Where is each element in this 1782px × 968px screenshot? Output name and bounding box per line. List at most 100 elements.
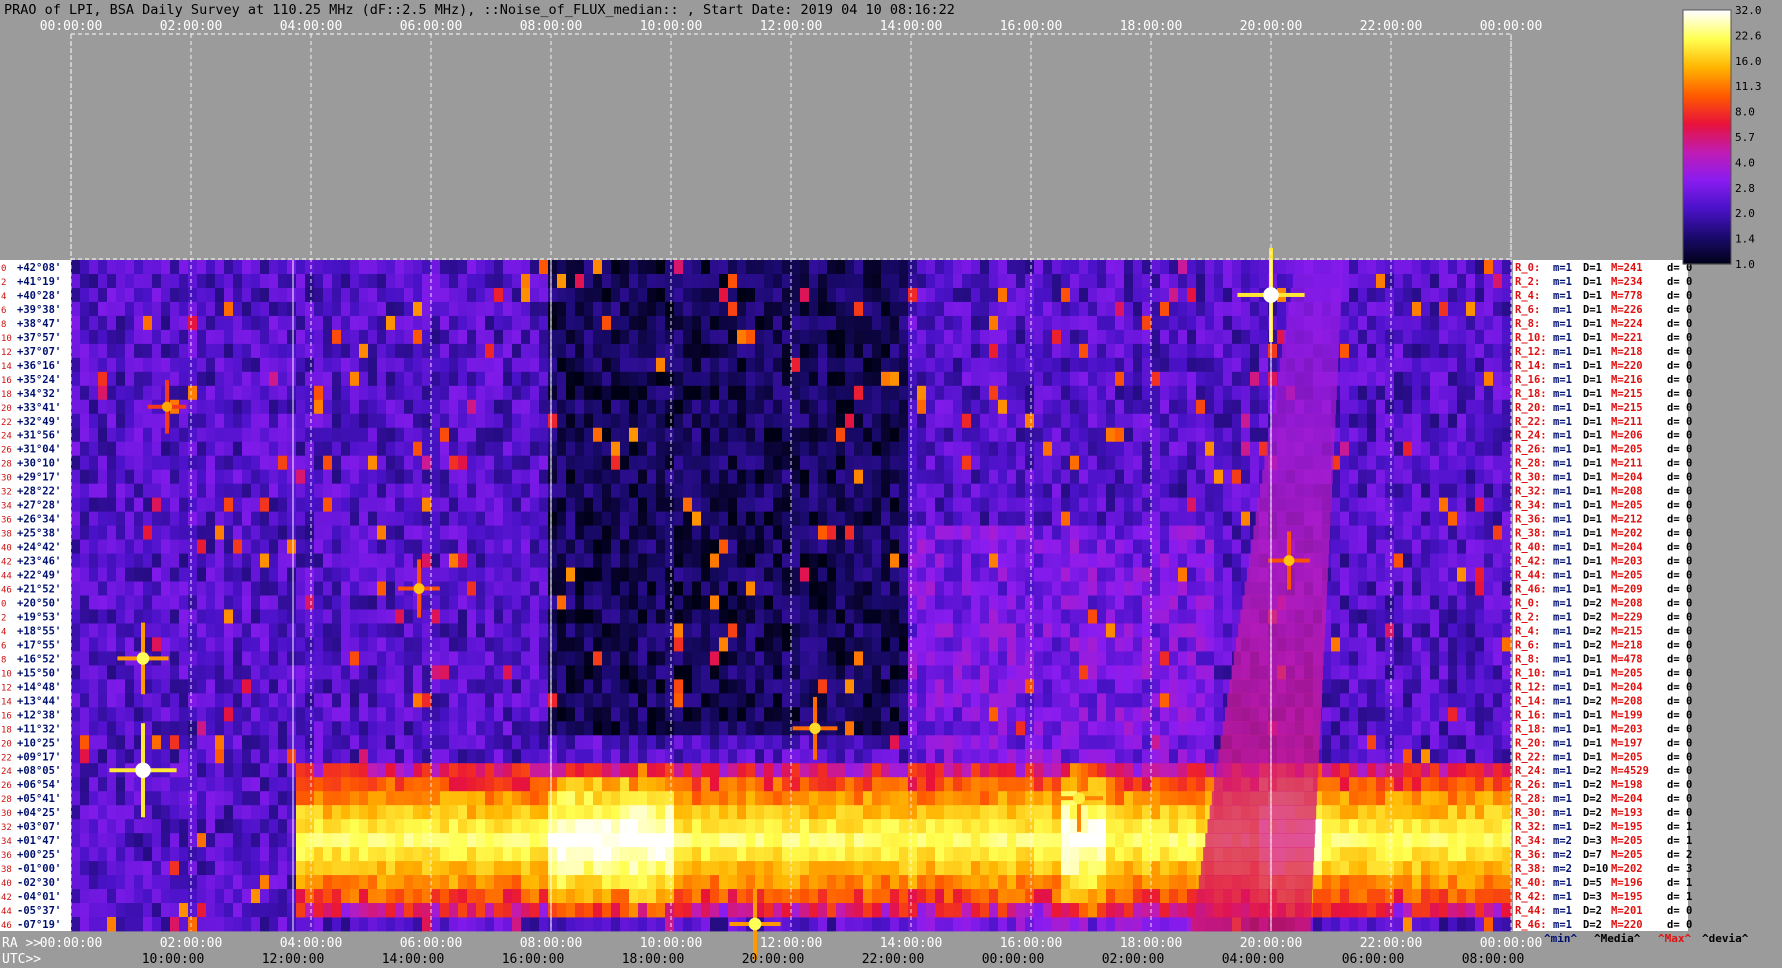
heatmap-cell xyxy=(1367,665,1377,680)
heatmap-cell xyxy=(152,567,162,582)
heatmap-cell xyxy=(575,637,585,652)
heatmap-cell xyxy=(926,273,936,289)
heatmap-cell xyxy=(611,385,621,401)
heatmap-cell xyxy=(188,469,198,485)
heatmap-cell xyxy=(1007,651,1017,666)
heatmap-cell xyxy=(854,329,864,345)
heatmap-cell xyxy=(998,385,1008,401)
heatmap-cell xyxy=(1385,679,1395,694)
heatmap-cell xyxy=(737,539,747,554)
heatmap-cell xyxy=(251,273,261,289)
heatmap-cell xyxy=(827,497,837,513)
heatmap-cell xyxy=(503,301,513,317)
heatmap-cell xyxy=(314,399,324,415)
heatmap-cell xyxy=(872,469,882,485)
heatmap-cell xyxy=(485,581,495,596)
heatmap-cell xyxy=(1079,371,1089,387)
heatmap-cell xyxy=(485,623,495,638)
heatmap-cell xyxy=(692,441,702,457)
heatmap-cell xyxy=(962,287,972,303)
heatmap-cell xyxy=(548,371,558,387)
heatmap-cell xyxy=(89,511,99,527)
heatmap-cell xyxy=(809,623,819,638)
heatmap-cell xyxy=(359,567,369,582)
heatmap-cell xyxy=(575,539,585,554)
heatmap-cell xyxy=(548,651,558,666)
heatmap-cell xyxy=(242,329,252,345)
heatmap-cell xyxy=(989,525,999,540)
heatmap-cell xyxy=(719,581,729,596)
heatmap-cell xyxy=(1043,441,1053,457)
heatmap-cell xyxy=(1052,483,1062,499)
heatmap-cell xyxy=(404,301,414,317)
heatmap-cell xyxy=(638,511,648,527)
heatmap-cell xyxy=(1052,581,1062,596)
heatmap-cell xyxy=(584,567,594,582)
heatmap-cell xyxy=(1169,273,1179,289)
heatmap-cell xyxy=(449,567,459,582)
heatmap-cell xyxy=(1475,581,1485,596)
heatmap-cell xyxy=(377,483,387,499)
heatmap-cell xyxy=(746,273,756,289)
heatmap-cell xyxy=(638,581,648,596)
heatmap-cell xyxy=(1106,357,1116,373)
heatmap-cell xyxy=(1007,455,1017,471)
heatmap-cell xyxy=(1484,665,1494,680)
heatmap-cell xyxy=(845,455,855,471)
heatmap-cell xyxy=(1169,413,1179,429)
heatmap-cell xyxy=(683,287,693,303)
heatmap-cell xyxy=(836,399,846,415)
heatmap-cell xyxy=(449,301,459,317)
heatmap-cell xyxy=(1376,539,1386,554)
heatmap-cell xyxy=(287,385,297,401)
heatmap-cell xyxy=(1439,357,1449,373)
heatmap-cell xyxy=(953,511,963,527)
heatmap-cell xyxy=(836,553,846,568)
heatmap-cell xyxy=(395,301,405,317)
heatmap-cell xyxy=(1034,497,1044,513)
heatmap-cell xyxy=(665,301,675,317)
heatmap-cell xyxy=(170,637,180,652)
heatmap-cell xyxy=(1025,637,1035,652)
heatmap-cell xyxy=(575,511,585,527)
heatmap-cell xyxy=(1439,260,1449,275)
heatmap-cell xyxy=(386,273,396,289)
heatmap-cell xyxy=(188,427,198,443)
heatmap-cell xyxy=(1142,679,1152,694)
heatmap-cell xyxy=(422,497,432,513)
heatmap-cell xyxy=(332,637,342,652)
heatmap-cell xyxy=(1448,623,1458,638)
heatmap-cell xyxy=(215,399,225,415)
heatmap-cell xyxy=(1169,539,1179,554)
heatmap-cell xyxy=(413,469,423,485)
heatmap-cell xyxy=(962,399,972,415)
heatmap-cell xyxy=(512,413,522,429)
heatmap-cell xyxy=(1358,651,1368,666)
heatmap-cell xyxy=(494,651,504,666)
heatmap-cell xyxy=(1133,581,1143,596)
heatmap-cell xyxy=(782,539,792,554)
heatmap-cell xyxy=(836,567,846,582)
heatmap-cell xyxy=(233,413,243,429)
heatmap-cell xyxy=(593,623,603,638)
heatmap-cell xyxy=(647,483,657,499)
heatmap-cell xyxy=(836,427,846,443)
heatmap-cell xyxy=(377,399,387,415)
heatmap-cell xyxy=(503,287,513,303)
heatmap-cell xyxy=(1133,483,1143,499)
heatmap-cell xyxy=(746,371,756,387)
heatmap-cell xyxy=(521,623,531,638)
heatmap-cell xyxy=(944,553,954,568)
heatmap-cell xyxy=(818,385,828,401)
heatmap-cell xyxy=(1151,413,1161,429)
heatmap-cell xyxy=(1394,665,1404,680)
heatmap-cell xyxy=(827,679,837,694)
heatmap-cell xyxy=(944,469,954,485)
heatmap-cell xyxy=(305,539,315,554)
heatmap-cell xyxy=(908,399,918,415)
heatmap-cell xyxy=(566,455,576,471)
heatmap-cell xyxy=(836,609,846,624)
heatmap-cell xyxy=(953,385,963,401)
heatmap-cell xyxy=(179,371,189,387)
heatmap-cell xyxy=(269,665,279,680)
